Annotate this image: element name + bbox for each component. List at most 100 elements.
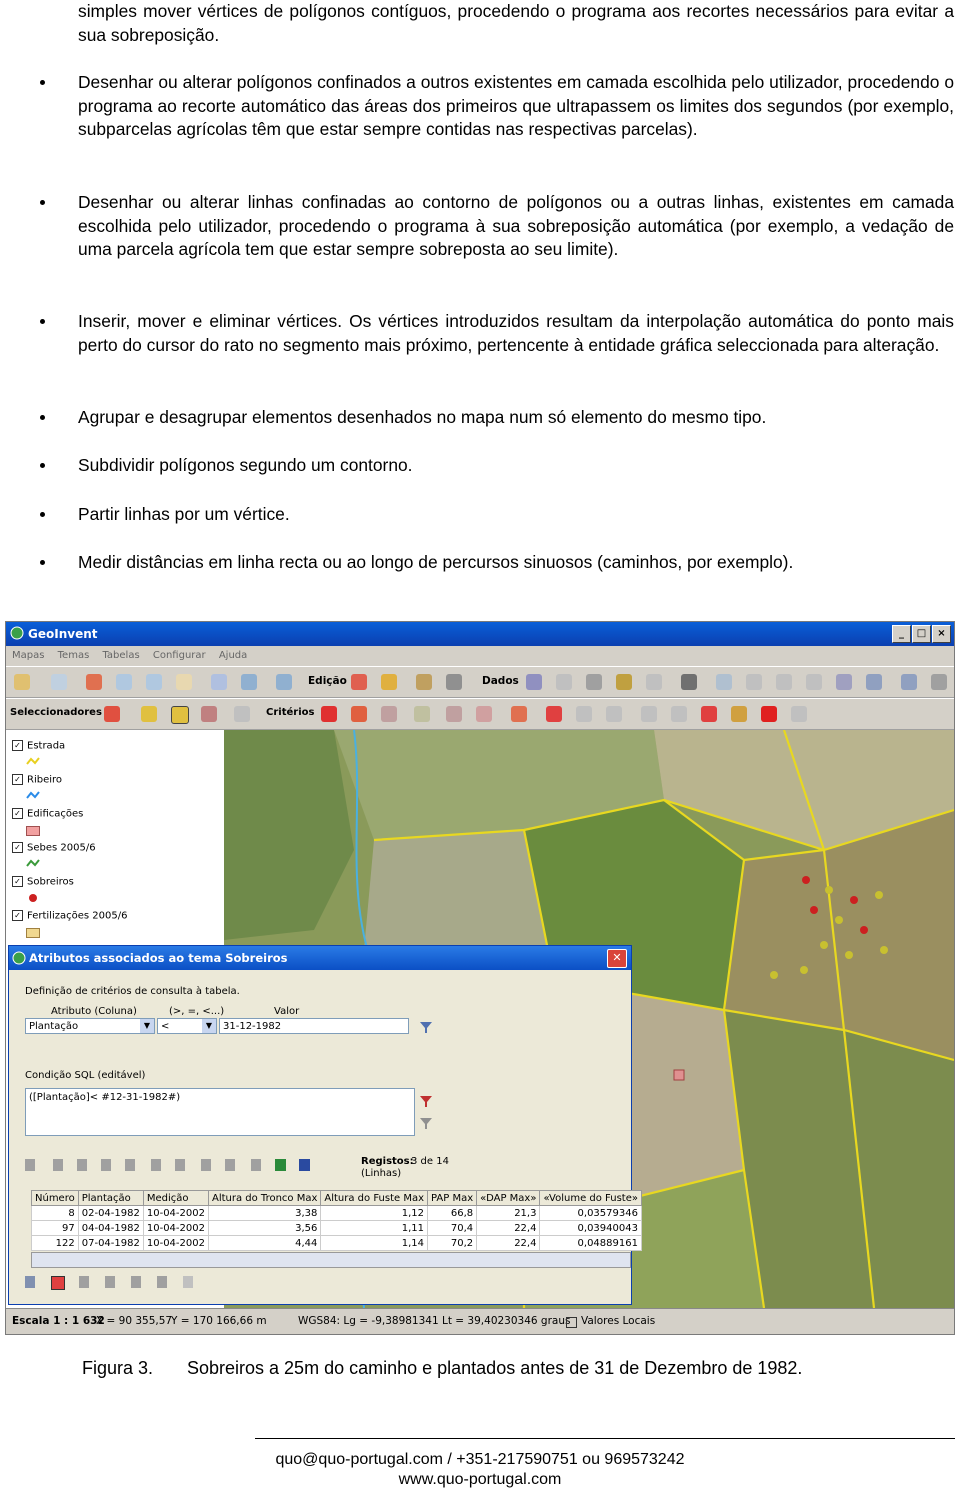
legend-icon[interactable] [866, 674, 882, 690]
criteria-icon-4[interactable] [414, 706, 430, 722]
horizontal-scrollbar[interactable] [31, 1252, 631, 1268]
menu-tabelas[interactable]: Tabelas [102, 650, 139, 661]
criteria-icon-11[interactable] [641, 706, 657, 722]
table-row[interactable]: 122 07-04-1982 10-04-2002 4,44 1,14 70,2 22… [31, 1235, 642, 1251]
criteria-icon-3[interactable] [381, 706, 397, 722]
report-icon[interactable] [646, 674, 662, 690]
valores-locais-checkbox[interactable] [566, 1317, 577, 1328]
col-header[interactable]: PAP Max [427, 1190, 478, 1206]
criteria-icon-1[interactable] [321, 706, 337, 722]
chevron-down-icon[interactable]: ▼ [140, 1019, 154, 1033]
bottom-tool-icon-5[interactable] [131, 1276, 141, 1288]
table-icon[interactable] [526, 674, 542, 690]
bottom-tool-icon-4[interactable] [105, 1276, 115, 1288]
dados-label[interactable]: Dados [482, 675, 519, 687]
edit-vertex-icon[interactable] [381, 674, 397, 690]
chart-icon[interactable] [616, 674, 632, 690]
col-header[interactable]: «Volume do Fuste» [539, 1190, 642, 1206]
select-circle-icon[interactable] [201, 706, 217, 722]
stats-icon[interactable] [681, 674, 697, 690]
menu-temas[interactable]: Temas [58, 650, 90, 661]
table-row[interactable]: 97 04-04-1982 10-04-2002 3,56 1,11 70,4 22,… [31, 1220, 642, 1236]
ruler-icon[interactable] [776, 674, 792, 690]
word-icon[interactable] [299, 1159, 310, 1171]
close-button[interactable]: × [932, 625, 951, 643]
bottom-tool-icon-1[interactable] [25, 1276, 35, 1288]
search-icon[interactable] [276, 674, 292, 690]
legend-item-fertilizacoes[interactable]: ✓ Fertilizações 2005/6 [12, 910, 127, 922]
operator-select[interactable]: < ▼ [157, 1018, 217, 1034]
criteria-icon-8[interactable] [546, 706, 562, 722]
layer-icon[interactable] [86, 674, 102, 690]
grid-icon[interactable] [746, 674, 762, 690]
dialog-close-button[interactable]: ✕ [607, 949, 627, 968]
menu-ajuda[interactable]: Ajuda [219, 650, 247, 661]
filter-funnel-icon[interactable] [419, 1020, 433, 1034]
edit-line-icon[interactable] [416, 674, 432, 690]
legend-item-edificacoes[interactable]: ✓ Edificações [12, 808, 83, 820]
value-input[interactable]: 31-12-1982 [219, 1018, 409, 1034]
binoculars-icon[interactable] [201, 1159, 211, 1171]
table-row[interactable]: 8 02-04-1982 10-04-2002 3,38 1,12 66,8 21,3… [31, 1205, 642, 1221]
col-header[interactable]: «DAP Max» [476, 1190, 541, 1206]
legend-item-sebes[interactable]: ✓ Sebes 2005/6 [12, 842, 96, 854]
select-polygon-icon[interactable] [141, 706, 157, 722]
col-header[interactable]: Altura do Tronco Max [207, 1190, 322, 1206]
criteria-icon-13[interactable] [701, 706, 717, 722]
measure-icon[interactable] [446, 674, 462, 690]
minimize-button[interactable]: _ [892, 625, 911, 643]
col-header[interactable]: Plantação [77, 1190, 144, 1206]
clear-filter-icon[interactable] [419, 1116, 433, 1130]
col-header[interactable]: Medição [142, 1190, 209, 1206]
criteria-icon-14[interactable] [731, 706, 747, 722]
col-header[interactable]: Altura do Fuste Max [320, 1190, 429, 1206]
criteria-icon-16[interactable] [791, 706, 807, 722]
settings-icon[interactable] [806, 674, 822, 690]
edicao-label[interactable]: Edição [308, 675, 347, 687]
tool-icon-3[interactable] [77, 1159, 87, 1171]
menu-mapas[interactable]: Mapas [12, 650, 44, 661]
filter-icon[interactable] [556, 674, 572, 690]
bottom-tool-icon-2[interactable] [51, 1276, 65, 1290]
criteria-icon-12[interactable] [671, 706, 687, 722]
pan-hand-icon[interactable] [176, 674, 192, 690]
criteria-icon-15[interactable] [761, 706, 777, 722]
criteria-icon-2[interactable] [351, 706, 367, 722]
info-icon[interactable] [836, 674, 852, 690]
col-header[interactable]: Número [31, 1190, 79, 1206]
query-icon[interactable] [586, 674, 602, 690]
close-panel-icon[interactable] [931, 674, 947, 690]
legend-item-sobreiros[interactable]: ✓ Sobreiros [12, 876, 74, 888]
criteria-icon-9[interactable] [576, 706, 592, 722]
maximize-button[interactable]: □ [912, 625, 931, 643]
checkbox-checked-icon[interactable]: ✓ [12, 740, 23, 751]
draw-line-icon[interactable] [51, 674, 67, 690]
select-tree-icon[interactable] [104, 706, 120, 722]
print-icon[interactable] [211, 674, 227, 690]
tool-icon-2[interactable] [53, 1159, 63, 1171]
menu-configurar[interactable]: Configurar [153, 650, 206, 661]
bottom-tool-icon-3[interactable] [79, 1276, 89, 1288]
map-icon[interactable] [241, 674, 257, 690]
bottom-tool-icon-6[interactable] [157, 1276, 167, 1288]
sql-textarea[interactable]: ([Plantação]< #12-31-1982#) [25, 1088, 415, 1136]
criteria-icon-5[interactable] [446, 706, 462, 722]
select-line-icon[interactable] [234, 706, 250, 722]
legend-item-ribeiro[interactable]: ✓ Ribeiro [12, 774, 62, 786]
legend-item-estrada[interactable]: ✓ Estrada [12, 740, 65, 752]
criteria-icon-10[interactable] [606, 706, 622, 722]
criteria-icon-6[interactable] [476, 706, 492, 722]
pencil-icon[interactable] [14, 674, 30, 690]
tool-icon-6[interactable] [151, 1159, 161, 1171]
export-icon[interactable] [716, 674, 732, 690]
attribute-select[interactable]: Plantação ▼ [25, 1018, 155, 1034]
zoom-out-icon[interactable] [146, 674, 162, 690]
tool-icon-4[interactable] [101, 1159, 111, 1171]
bottom-tool-icon-7[interactable] [183, 1276, 193, 1288]
excel-icon[interactable] [275, 1159, 286, 1171]
tool-icon-7[interactable] [175, 1159, 185, 1171]
apply-filter-icon[interactable] [419, 1094, 433, 1108]
criteria-icon-7[interactable] [511, 706, 527, 722]
binoculars-next-icon[interactable] [225, 1159, 235, 1171]
export-doc-icon[interactable] [251, 1159, 261, 1171]
